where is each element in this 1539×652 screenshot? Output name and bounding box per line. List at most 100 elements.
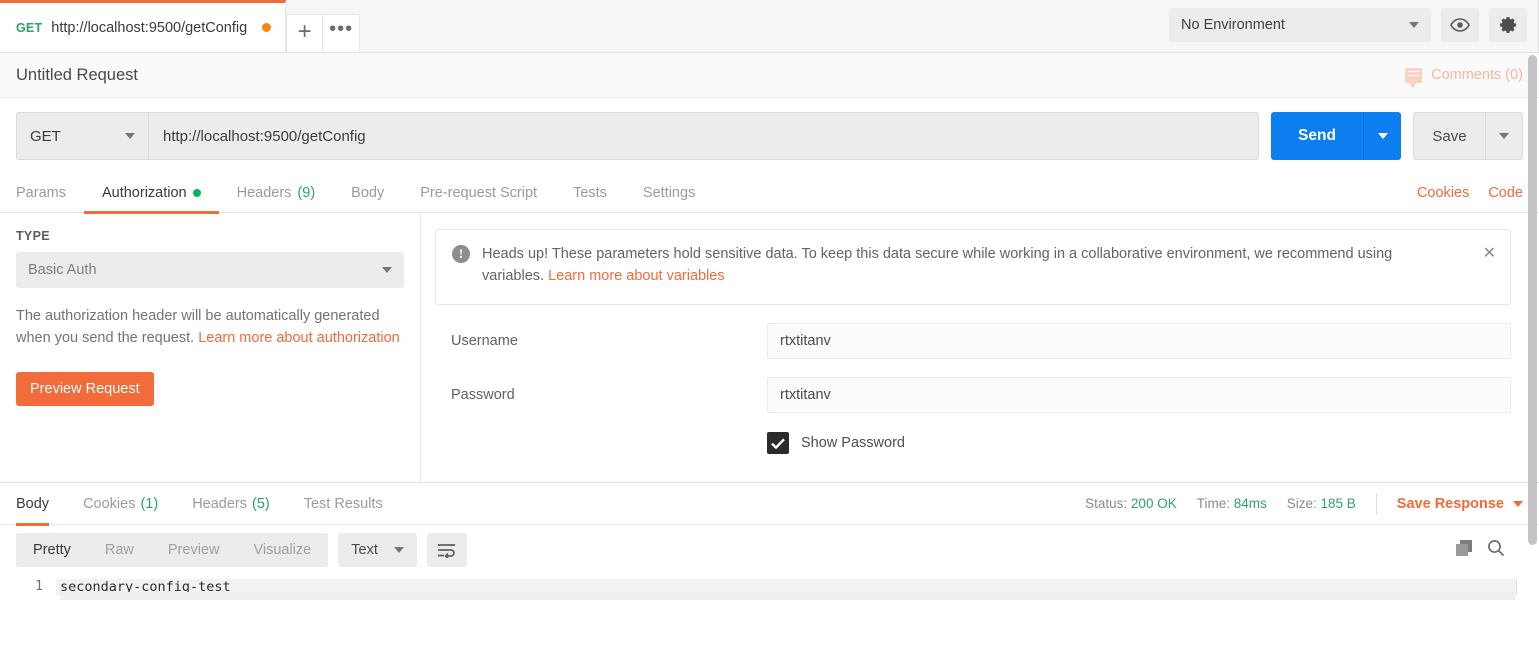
- chevron-down-icon: [125, 133, 135, 139]
- word-wrap-button[interactable]: [426, 533, 467, 567]
- vertical-scrollbar[interactable]: [1528, 55, 1537, 575]
- chevron-down-icon: [382, 267, 392, 273]
- auth-description: The authorization header will be automat…: [16, 306, 404, 350]
- tab-body[interactable]: Body: [333, 173, 402, 213]
- cookies-link[interactable]: Cookies: [1417, 185, 1469, 201]
- show-password-checkbox[interactable]: [767, 432, 789, 454]
- send-button[interactable]: Send: [1271, 112, 1363, 160]
- response-tab-headers[interactable]: Headers (5): [175, 483, 287, 525]
- exclamation-icon: !: [452, 245, 470, 263]
- response-format-value: Text: [351, 542, 378, 558]
- save-button[interactable]: Save: [1413, 112, 1485, 160]
- tab-label: Pre-request Script: [420, 184, 538, 201]
- view-mode-visualize[interactable]: Visualize: [236, 533, 328, 567]
- auth-credentials-panel: ! Heads up! These parameters hold sensit…: [421, 213, 1539, 482]
- request-title-row: Untitled Request Comments (0): [0, 53, 1539, 98]
- response-toolbar: Pretty Raw Preview Visualize Text: [0, 525, 1539, 575]
- authorization-panel: TYPE Basic Auth The authorization header…: [0, 213, 1539, 483]
- comments-label: Comments (0): [1431, 67, 1523, 83]
- close-icon[interactable]: ✕: [1483, 246, 1496, 262]
- response-tab-body[interactable]: Body: [16, 483, 66, 526]
- environment-quick-look-button[interactable]: [1441, 8, 1479, 42]
- tab-label: Headers: [236, 184, 292, 201]
- save-options-button[interactable]: [1485, 112, 1523, 160]
- send-options-button[interactable]: [1363, 112, 1401, 160]
- word-wrap-icon: [438, 543, 456, 558]
- preview-request-button[interactable]: Preview Request: [16, 371, 154, 406]
- response-view-mode-group: Pretty Raw Preview Visualize: [16, 533, 329, 567]
- tab-label: Body: [351, 184, 385, 201]
- view-mode-pretty[interactable]: Pretty: [16, 533, 88, 567]
- time-badge: Time: 84ms: [1197, 496, 1267, 511]
- request-tab-getconfig[interactable]: GET http://localhost:9500/getConfig: [0, 0, 287, 52]
- gear-icon: [1500, 17, 1516, 33]
- http-method-label: GET: [30, 127, 61, 145]
- username-input[interactable]: rtxtitanv: [767, 323, 1511, 359]
- auth-type-panel: TYPE Basic Auth The authorization header…: [0, 213, 421, 482]
- tab-count: (5): [252, 495, 270, 512]
- comment-icon: [1405, 67, 1423, 88]
- save-response-button[interactable]: Save Response: [1397, 496, 1523, 512]
- password-label: Password: [451, 387, 515, 403]
- tab-label: Tests: [573, 184, 607, 201]
- postman-window: GET http://localhost:9500/getConfig + ••…: [0, 0, 1539, 652]
- tab-label: Authorization: [101, 184, 187, 201]
- tab-params[interactable]: Params: [16, 173, 84, 213]
- auth-type-label: TYPE: [16, 229, 50, 243]
- tab-options-button[interactable]: •••: [323, 14, 361, 52]
- horizontal-scrollbar[interactable]: [60, 592, 1515, 600]
- new-tab-button[interactable]: +: [286, 14, 324, 52]
- request-section-tabs: Params Authorization Headers (9) Body Pr…: [0, 173, 1539, 214]
- scrollbar-thumb[interactable]: [1528, 55, 1537, 545]
- tab-settings[interactable]: Settings: [625, 173, 713, 213]
- chevron-down-icon: [393, 547, 404, 553]
- response-body-viewer[interactable]: 1 secondary-config-test: [0, 575, 1539, 601]
- comments-button[interactable]: Comments (0): [1405, 67, 1523, 88]
- view-mode-preview[interactable]: Preview: [151, 533, 237, 567]
- size-label: Size:: [1286, 496, 1317, 511]
- tab-label: Cookies: [83, 495, 136, 512]
- search-icon: [1488, 539, 1505, 556]
- tab-label: Body: [16, 495, 50, 512]
- environment-selector[interactable]: No Environment: [1169, 8, 1431, 42]
- tab-authorization[interactable]: Authorization: [83, 173, 219, 214]
- password-input[interactable]: rtxtitanv: [767, 377, 1511, 413]
- search-button[interactable]: [1487, 539, 1505, 562]
- chevron-down-icon: [1377, 133, 1388, 139]
- username-label: Username: [451, 333, 518, 349]
- line-number: 1: [35, 579, 43, 594]
- url-bar: GET http://localhost:9500/getConfig Send…: [0, 98, 1539, 173]
- status-badge: Status: 200 OK: [1085, 496, 1177, 511]
- checkmark-icon: [771, 437, 785, 449]
- settings-button[interactable]: [1489, 8, 1527, 42]
- chevron-down-icon: [1513, 500, 1523, 507]
- variables-learn-more-link[interactable]: Learn more about variables: [548, 268, 725, 284]
- view-mode-raw[interactable]: Raw: [88, 533, 151, 567]
- tab-label: Headers: [192, 495, 247, 512]
- tab-pre-request-script[interactable]: Pre-request Script: [402, 173, 555, 213]
- request-tab-url: http://localhost:9500/getConfig: [51, 19, 248, 36]
- url-input[interactable]: http://localhost:9500/getConfig: [148, 112, 1259, 160]
- response-tab-cookies[interactable]: Cookies (1): [66, 483, 175, 525]
- auth-type-value: Basic Auth: [28, 262, 97, 278]
- tab-tests[interactable]: Tests: [555, 173, 625, 213]
- request-tab-method: GET: [16, 20, 43, 35]
- tab-headers[interactable]: Headers (9): [219, 173, 334, 213]
- chevron-down-icon: [1499, 133, 1509, 139]
- tab-label: Settings: [642, 184, 696, 201]
- chevron-down-icon: [1409, 22, 1419, 28]
- copy-button[interactable]: [1455, 539, 1473, 562]
- response-tab-test-results[interactable]: Test Results: [287, 483, 400, 525]
- response-format-selector[interactable]: Text: [338, 533, 417, 567]
- code-link[interactable]: Code: [1488, 185, 1523, 201]
- url-value: http://localhost:9500/getConfig: [163, 127, 366, 145]
- eye-icon: [1450, 18, 1470, 32]
- request-tabbar: GET http://localhost:9500/getConfig + ••…: [0, 0, 1539, 53]
- send-button-group: Send: [1271, 112, 1401, 160]
- auth-learn-more-link[interactable]: Learn more about authorization: [198, 330, 400, 346]
- response-tabs-list: Body Cookies (1) Headers (5) Test Result…: [16, 483, 400, 526]
- show-password-row: Show Password: [435, 432, 1511, 454]
- http-method-selector[interactable]: GET: [16, 112, 148, 160]
- save-response-label: Save Response: [1396, 495, 1504, 512]
- auth-type-selector[interactable]: Basic Auth: [16, 252, 404, 288]
